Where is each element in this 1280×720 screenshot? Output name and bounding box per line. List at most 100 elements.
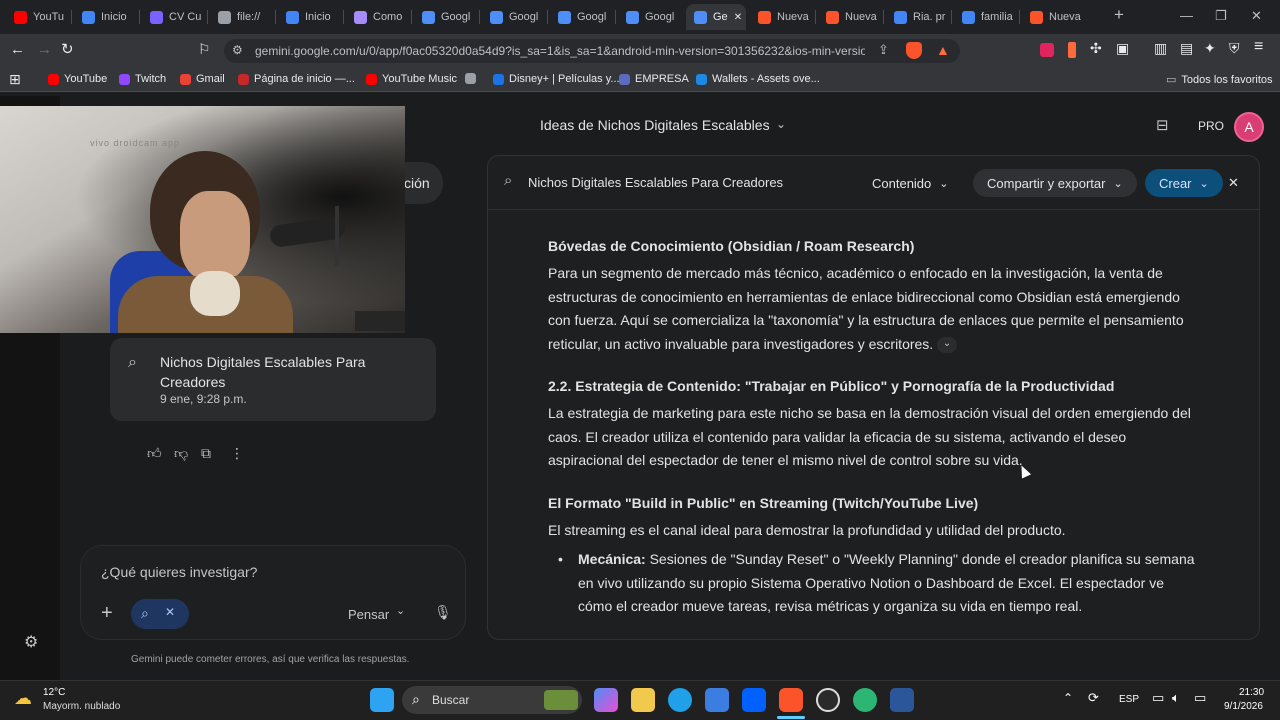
maximize-icon[interactable]: ❐ [1215, 8, 1227, 24]
add-icon[interactable]: + [101, 602, 113, 625]
file-explorer-icon[interactable] [631, 688, 655, 712]
research-chip[interactable]: ⌕ Nichos Digitales Escalables Para Cread… [110, 338, 436, 421]
tab[interactable]: YouTu [6, 4, 70, 30]
deep-research-toggle[interactable]: ⌕ ✕ [131, 599, 189, 629]
taskbar-search[interactable]: ⌕ Buscar [402, 686, 582, 714]
brave-icon[interactable] [779, 688, 803, 712]
tab[interactable]: familia [954, 4, 1018, 30]
bookmark-item[interactable]: Disney+ | Películas y... [493, 73, 620, 85]
tab[interactable]: Nueva [750, 4, 814, 30]
battery-icon[interactable]: ▭ [1194, 690, 1206, 706]
tab[interactable]: Como [346, 4, 410, 30]
network-icon[interactable]: ▭ [1152, 690, 1164, 706]
prompt-input[interactable]: ¿Qué quieres investigar? [101, 564, 257, 580]
sync-icon[interactable]: ⟳ [1088, 690, 1099, 706]
prompt-input-box[interactable]: ¿Qué quieres investigar? + ⌕ ✕ Pensar ⌄ … [80, 545, 466, 640]
url-text[interactable]: gemini.google.com/u/0/app/f0ac05320d0a54… [255, 44, 865, 58]
tab-label: familia [981, 11, 1013, 23]
conversation-title[interactable]: Ideas de Nichos Digitales Escalables [540, 117, 770, 133]
bookmark-item[interactable]: Gmail [180, 73, 225, 85]
tab-favicon-icon [286, 10, 299, 24]
microphone-icon[interactable]: 🎙︎ [434, 604, 452, 621]
screenshot-icon[interactable]: ▣ [1116, 40, 1129, 57]
bookmark-item[interactable]: YouTube Music [366, 73, 457, 85]
bookmark-item[interactable] [465, 73, 481, 84]
volume-icon[interactable]: 🔈︎ [1172, 690, 1180, 706]
app-icon[interactable] [853, 688, 877, 712]
content-button[interactable]: Contenido ⌄ [858, 169, 963, 197]
tray-overflow-icon[interactable]: ⌃ [1063, 691, 1073, 705]
bookmark-item[interactable]: Página de inicio —... [238, 73, 355, 85]
close-window-icon[interactable]: ✕ [1251, 8, 1262, 24]
chevron-down-icon[interactable]: ⌄ [396, 604, 405, 617]
edge-icon[interactable] [668, 688, 692, 712]
document-body: Bóvedas de Conocimiento (Obsidian / Roam… [548, 236, 1198, 619]
extensions-puzzle-icon[interactable]: ✣ [1090, 40, 1102, 57]
tab[interactable]: Ria. pr [886, 4, 950, 30]
chevron-down-icon[interactable]: ⌄ [776, 117, 786, 131]
clock-date[interactable]: 9/1/2026 [1224, 701, 1263, 712]
copy-icon[interactable]: ⧉ [201, 445, 211, 462]
extension-icon[interactable] [1040, 43, 1054, 57]
tab[interactable]: Inicio [278, 4, 342, 30]
tab[interactable]: CV Cu [142, 4, 206, 30]
leo-ai-icon[interactable]: ✦ [1204, 40, 1216, 57]
back-icon[interactable]: ← [10, 41, 25, 58]
more-options-icon[interactable]: ⋮ [230, 445, 244, 462]
model-picker[interactable]: Pensar [348, 607, 389, 622]
app-icon[interactable] [816, 688, 840, 712]
brave-rewards-icon[interactable]: ▲ [936, 42, 950, 58]
share-export-button[interactable]: Compartir y exportar ⌄ [973, 169, 1137, 197]
site-info-icon[interactable]: ⚙ [232, 43, 243, 57]
forward-icon[interactable]: → [37, 41, 52, 58]
thumbs-up-icon[interactable]: 👍︎ [147, 445, 162, 462]
start-icon[interactable] [370, 688, 394, 712]
tab[interactable]: Nueva [818, 4, 882, 30]
citation-chevron-icon[interactable]: ⌄ [937, 336, 958, 353]
language-indicator[interactable]: ESP [1119, 694, 1139, 705]
copilot-icon[interactable] [594, 688, 618, 712]
settings-gear-icon[interactable]: ⚙ [24, 632, 38, 652]
avatar[interactable]: A [1234, 112, 1264, 142]
minimize-icon[interactable]: — [1180, 8, 1193, 23]
all-favorites-folder[interactable]: ▭ Todos los favoritos [1166, 73, 1273, 87]
bookmark-icon[interactable]: ⚐ [198, 41, 211, 58]
tab[interactable]: Googl [550, 4, 614, 30]
sidebar-icon[interactable]: ▥ [1154, 40, 1167, 57]
close-tab-icon[interactable]: ✕ [734, 12, 742, 23]
bookmark-item[interactable]: Wallets - Assets ove... [696, 73, 820, 85]
tab[interactable]: file:// [210, 4, 274, 30]
bookmark-item[interactable]: Twitch [119, 73, 166, 85]
remove-tool-icon[interactable]: ✕ [165, 605, 175, 619]
weather-icon[interactable]: ☁ [14, 688, 32, 709]
bookmark-label: Wallets - Assets ove... [712, 73, 820, 85]
tab[interactable]: Inicio [74, 4, 138, 30]
bookmark-item[interactable]: YouTube [48, 73, 107, 85]
bookmark-item[interactable]: EMPRESA [619, 73, 689, 85]
thumbs-down-icon[interactable]: 👎︎ [174, 445, 188, 462]
tab[interactable]: Nueva [1022, 4, 1086, 30]
reload-icon[interactable]: ↻ [61, 40, 74, 58]
tab[interactable]: Googl [482, 4, 546, 30]
bookmark-favicon-icon [493, 73, 504, 85]
word-icon[interactable] [890, 688, 914, 712]
address-bar[interactable]: ⚙ gemini.google.com/u/0/app/f0ac05320d0a… [224, 39, 960, 63]
wallet-icon[interactable]: ▤ [1180, 40, 1193, 57]
share-icon[interactable]: ⇪ [878, 42, 889, 58]
close-panel-icon[interactable]: ✕ [1228, 175, 1239, 191]
tab[interactable]: Googl [414, 4, 478, 30]
menu-icon[interactable]: ≡ [1254, 38, 1263, 56]
list-item-text: Sesiones de "Sunday Reset" o "Weekly Pla… [578, 551, 1195, 614]
tab[interactable]: Ge ✕ [686, 4, 746, 30]
apps-grid-icon[interactable]: ⊞ [9, 71, 21, 88]
dropbox-icon[interactable] [742, 688, 766, 712]
tab[interactable]: Googl [618, 4, 682, 30]
brave-shield-icon[interactable] [906, 42, 922, 59]
create-button[interactable]: Crear ⌄ [1145, 169, 1223, 197]
clock-time[interactable]: 21:30 [1239, 687, 1264, 698]
extension-icon[interactable] [1068, 42, 1076, 58]
vpn-icon[interactable]: ⛨ [1229, 40, 1240, 57]
new-tab-button[interactable]: + [1114, 5, 1124, 25]
store-icon[interactable] [705, 688, 729, 712]
temporary-chat-icon[interactable]: ⊟ [1156, 116, 1169, 134]
